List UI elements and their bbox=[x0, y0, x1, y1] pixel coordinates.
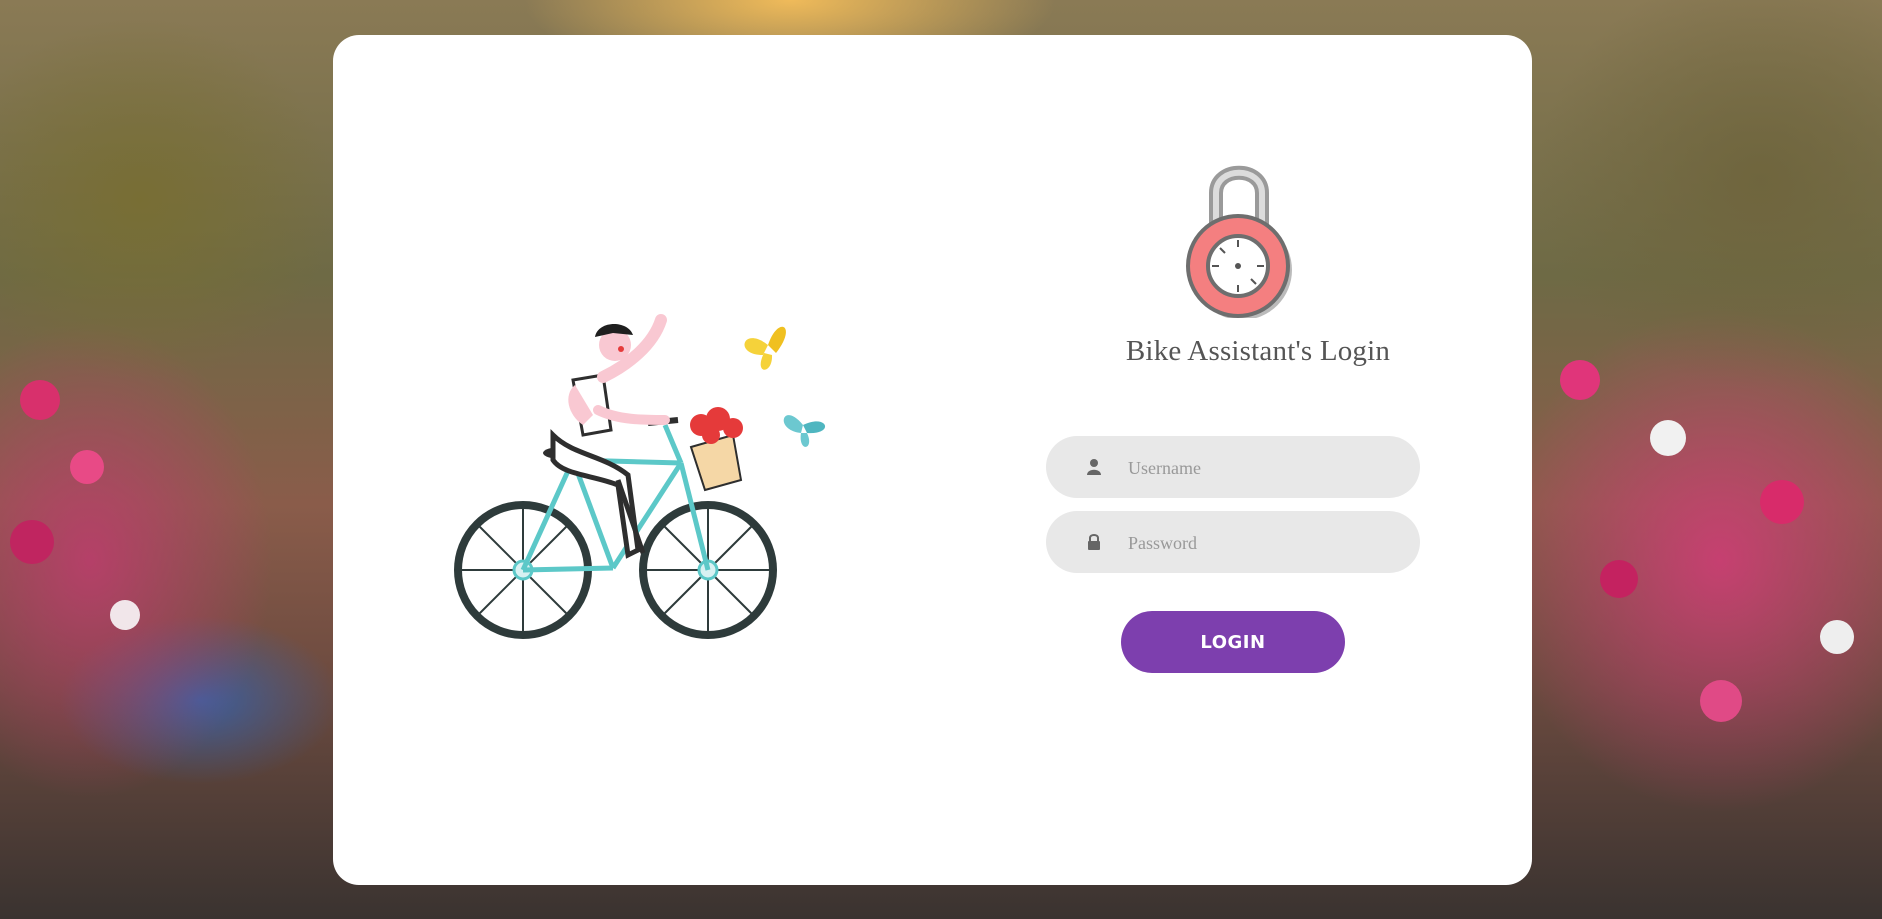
cyclist-illustration bbox=[454, 314, 826, 639]
login-button[interactable]: LOGIN bbox=[1121, 611, 1345, 673]
flower-decoration bbox=[1600, 560, 1638, 598]
flower-decoration bbox=[110, 600, 140, 630]
flower-decoration bbox=[20, 380, 60, 420]
flower-decoration bbox=[1820, 620, 1854, 654]
flower-decoration bbox=[10, 520, 54, 564]
padlock-icon bbox=[1186, 165, 1292, 318]
flower-decoration bbox=[1560, 360, 1600, 400]
user-icon bbox=[1087, 459, 1101, 475]
flower-decoration bbox=[1650, 420, 1686, 456]
lock-icon bbox=[1088, 534, 1100, 550]
page-title: Bike Assistant's Login bbox=[1125, 335, 1391, 367]
username-input[interactable] bbox=[1126, 436, 1400, 500]
flower-decoration bbox=[1760, 480, 1804, 524]
password-input[interactable] bbox=[1126, 511, 1400, 575]
password-field[interactable] bbox=[1046, 511, 1420, 575]
username-field[interactable] bbox=[1046, 436, 1420, 500]
flower-decoration bbox=[70, 450, 104, 484]
login-card: Bike Assistant's Login LOGIN bbox=[333, 35, 1532, 885]
flower-decoration bbox=[1700, 680, 1742, 722]
